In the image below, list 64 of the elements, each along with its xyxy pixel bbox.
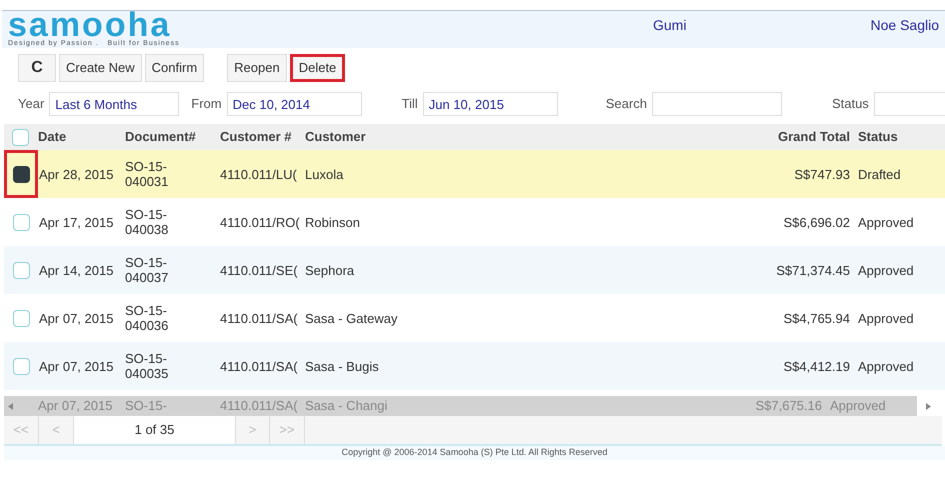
table-cell-text: S$7,675.16	[754, 397, 822, 416]
table-cell-text: 4110.011/RO(	[220, 214, 301, 230]
column-header[interactable]: Customer #	[220, 127, 305, 147]
table-cell-text: Approved	[829, 397, 887, 416]
table-cell-text: 4110.011/SA(	[220, 397, 299, 416]
column-header[interactable]: Date	[38, 127, 125, 147]
filter-label: Year	[18, 95, 44, 114]
table-cell-text: Sasa - Bugis	[305, 358, 380, 374]
table-cell-text: 4110.011/LU(	[220, 166, 298, 182]
column-header[interactable]: Customer	[305, 127, 710, 147]
table-cell-text: S$6,696.02	[782, 214, 850, 230]
filter-label: Till	[402, 95, 418, 114]
table-cell-text: SO-15- 040037	[125, 255, 170, 285]
scroll-right-icon[interactable]	[926, 402, 931, 410]
filter-field[interactable]: Jun 10, 2015	[422, 92, 558, 116]
table-cell-text: Robinson	[305, 214, 361, 230]
toolbar-button[interactable]: Confirm	[144, 54, 204, 82]
column-header[interactable]: Grand Total	[710, 127, 850, 147]
user-name: Noe Saglio	[870, 16, 939, 35]
filter-label: From	[191, 95, 222, 114]
table-cell-text: Apr 17, 2015	[38, 214, 114, 230]
table-cell-text: Approved	[857, 262, 915, 278]
table-cell-text: SO-15- 040031	[125, 159, 170, 189]
table-cell-text: Apr 28, 2015	[38, 166, 114, 182]
table-cell-text: Drafted	[857, 166, 902, 182]
table-cell-text: S$4,412.19	[782, 358, 850, 374]
table-cell-text: Apr 07, 2015	[38, 310, 114, 326]
table-cell-text: 4110.011/SA(	[220, 310, 299, 326]
toolbar-button[interactable]: Reopen	[227, 54, 287, 82]
table-cell-text: SO-15-	[125, 397, 168, 416]
table-cell-text: Sephora	[305, 262, 356, 278]
page-indicator: 1 of 35	[74, 416, 235, 444]
table-cell-text: S$4,765.94	[782, 310, 850, 326]
table-cell-text: Approved	[857, 310, 915, 326]
filter-label: Search	[606, 95, 647, 114]
company-name: Gumi	[653, 16, 686, 35]
logo: samooha	[8, 11, 172, 39]
table-cell-text: S$747.93	[793, 166, 850, 182]
column-header[interactable]: Document#	[125, 127, 220, 147]
table-cell-text: 4110.011/SA(	[220, 358, 299, 374]
toolbar-button[interactable]: Delete	[290, 54, 346, 82]
table-cell-text: Apr 07, 2015	[38, 358, 114, 374]
filter-label: Status	[832, 95, 869, 114]
checkbox[interactable]	[12, 166, 30, 182]
filter-field[interactable]: Last 6 Months	[49, 92, 180, 116]
table-cell-text: Luxola	[305, 166, 344, 182]
copyright-text: Copyright @ 2006-2014 Samooha (S) Pte Ltd. All Rights Reserved	[342, 446, 608, 459]
table-cell-text: SO-15- 040036	[125, 303, 170, 333]
table-cell-text: SO-15- 040035	[125, 351, 170, 381]
table-cell-text: Apr 07, 2015	[38, 397, 114, 416]
filter-field[interactable]	[652, 92, 782, 116]
table-cell-text: SO-15- 040038	[125, 207, 170, 237]
scroll-left-icon[interactable]	[8, 402, 13, 410]
table-cell-text: Approved	[857, 214, 915, 230]
table-cell-text: Apr 14, 2015	[38, 262, 114, 278]
filter-field[interactable]: Dec 10, 2014	[226, 92, 362, 116]
table-cell-text: S$71,374.45	[775, 262, 850, 278]
table-cell-text: Approved	[857, 358, 915, 374]
table-cell-text: Sasa - Gateway	[305, 310, 398, 326]
table-cell-text: Sasa - Changi	[305, 397, 388, 416]
refresh-button[interactable]: C	[18, 54, 56, 82]
table-cell-text: 4110.011/SE(	[220, 262, 299, 278]
column-header[interactable]: Status	[850, 127, 945, 147]
toolbar-button[interactable]: Create New	[59, 54, 142, 82]
